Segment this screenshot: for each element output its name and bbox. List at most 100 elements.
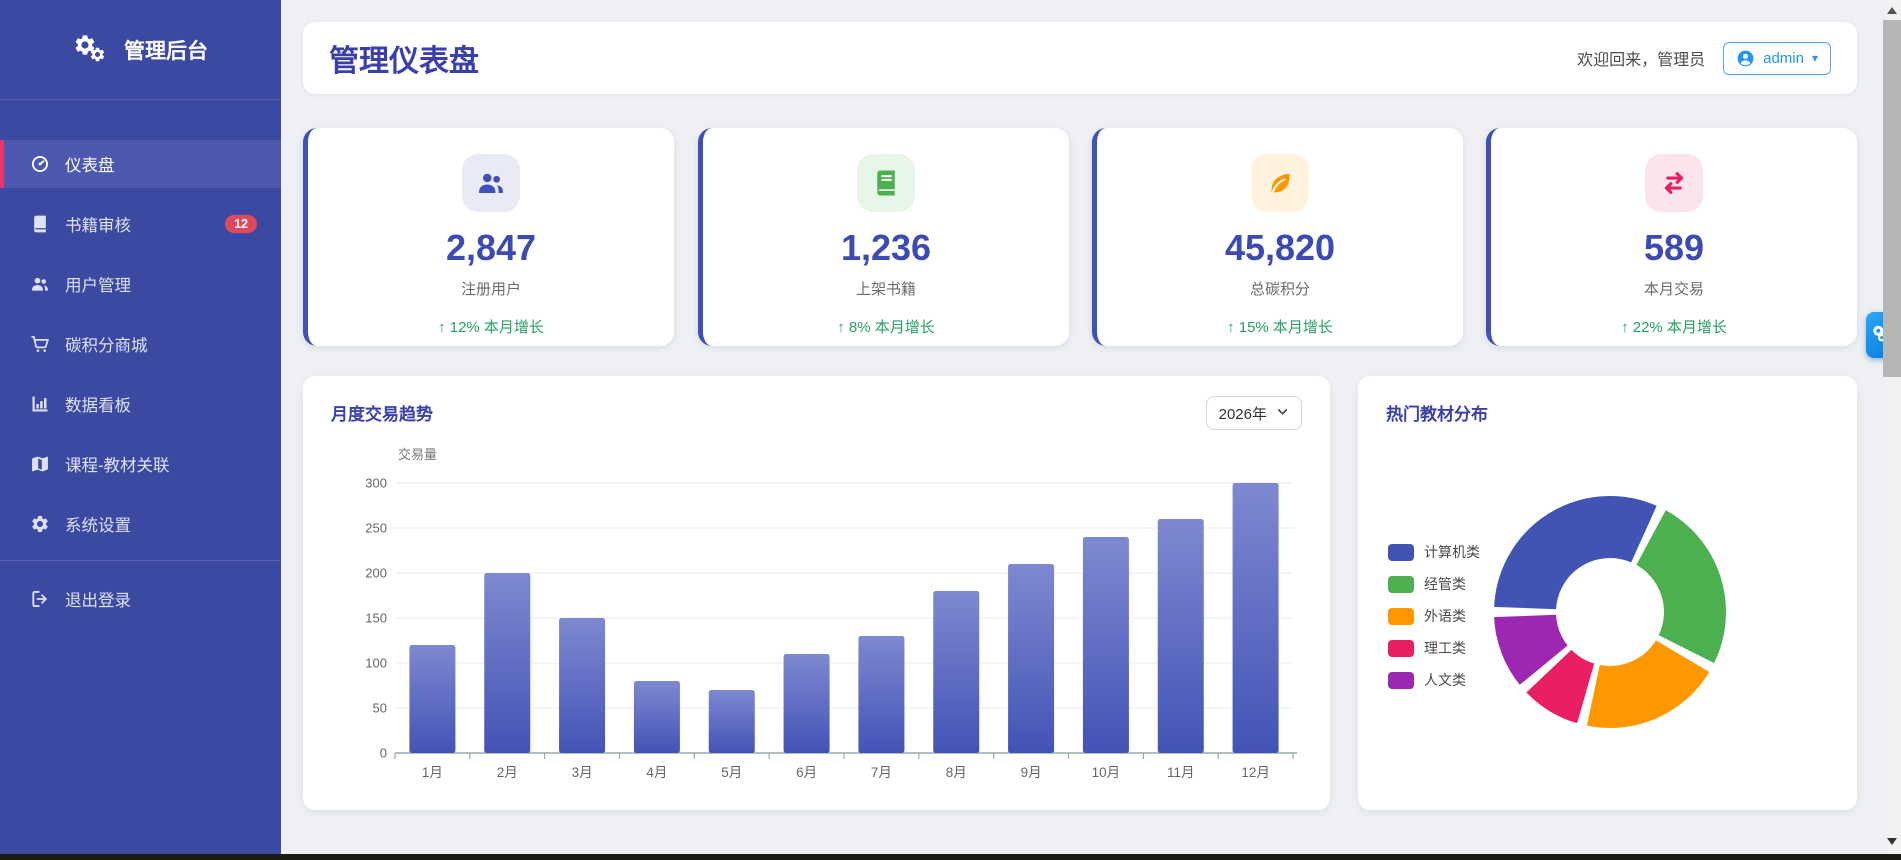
y-tick-label: 100 [365, 656, 387, 671]
stat-value: 45,820 [1224, 227, 1336, 268]
page-title: 管理仪表盘 [329, 45, 479, 78]
x-tick-label: 8月 [946, 765, 967, 780]
sidebar-item-settings[interactable]: 系统设置 [0, 500, 281, 548]
year-select-value: 2026年 [1218, 405, 1267, 423]
stat-value: 1,236 [840, 227, 932, 268]
sidebar-item-dashboard[interactable]: 仪表盘 [0, 140, 281, 188]
user-avatar-icon [1736, 49, 1755, 68]
admin-user-button[interactable]: admin ▾ [1723, 41, 1831, 75]
stat-label: 本月交易 [1643, 281, 1704, 298]
stat-card-carbon-points: 45,820 总碳积分 ↑ 15% 本月增长 [1092, 128, 1463, 346]
bar-chart: 交易量 0 50 100 150 200 250 300 1月 2月 3月 4月 5月 6月 7月 8月 9月 1… [365, 447, 1297, 780]
bar-1月 [409, 645, 456, 753]
users-icon [30, 274, 50, 294]
bar-8月 [933, 591, 980, 753]
stat-trend: ↑ 15% 本月增长 [1227, 319, 1333, 336]
sidebar-item-label: 碳积分商城 [65, 337, 148, 355]
sidebar-item-label: 课程-教材关联 [65, 457, 170, 475]
chevron-down-icon [1276, 405, 1289, 422]
bar-11月 [1157, 519, 1204, 753]
bar-12月 [1232, 483, 1279, 753]
donut-segment-2 [1634, 507, 1728, 666]
stat-value: 589 [1643, 227, 1705, 268]
notification-badge: 12 [225, 214, 257, 234]
x-tick-label: 9月 [1021, 765, 1042, 780]
scroll-up-arrow-icon[interactable] [1887, 7, 1897, 14]
sidebar-item-logout[interactable]: 退出登录 [0, 575, 281, 623]
sidebar-item-label: 系统设置 [65, 517, 131, 535]
app-logo: 管理后台 [0, 0, 281, 100]
sidebar-item-user-management[interactable]: 用户管理 [0, 260, 281, 308]
bar-5月 [708, 690, 755, 753]
sidebar-item-label: 仪表盘 [65, 157, 115, 175]
y-tick-label: 200 [365, 566, 387, 581]
scrollbar[interactable] [1883, 0, 1901, 854]
y-tick-label: 150 [365, 611, 387, 626]
stat-trend: ↑ 22% 本月增长 [1621, 319, 1727, 336]
stat-card-monthly-transactions: 589 本月交易 ↑ 22% 本月增长 [1486, 128, 1857, 346]
admin-dashboard-page: 管理后台 仪表盘书籍审核 12 用户管理碳积分商城数据看板课程-教材关联 系统设置退出… [0, 0, 1901, 860]
y-axis-label: 交易量 [398, 447, 437, 462]
bar-9月 [1008, 564, 1055, 753]
caret-down-icon: ▾ [1811, 51, 1818, 65]
sidebar-item-label: 数据看板 [65, 397, 131, 415]
y-tick-label: 0 [380, 746, 387, 761]
app-title: 管理后台 [124, 39, 208, 63]
stat-label: 总碳积分 [1249, 281, 1310, 298]
gears-logo-icon [73, 33, 111, 67]
y-tick-label: 250 [365, 521, 387, 536]
sidebar-menu: 仪表盘书籍审核 12 用户管理碳积分商城数据看板课程-教材关联 系统设置退出登录 [0, 100, 281, 623]
x-tick-label: 6月 [796, 765, 817, 780]
x-tick-label: 1月 [422, 765, 443, 780]
x-tick-label: 12月 [1241, 765, 1270, 780]
bar-7月 [858, 636, 905, 753]
bar-chart-title: 月度交易趋势 [331, 405, 433, 424]
cart-icon [30, 334, 50, 354]
users-group-icon [462, 154, 520, 212]
y-tick-label: 300 [365, 476, 387, 491]
logout-icon [30, 589, 50, 609]
x-tick-label: 11月 [1167, 765, 1195, 780]
stat-card-registered-users: 2,847 注册用户 ↑ 12% 本月增长 [303, 128, 674, 346]
donut-chart [1492, 494, 1728, 730]
gear-icon [30, 514, 50, 534]
monthly-trend-card: 月度交易趋势 2026年 交易量 0 50 100 150 200 250 300 1月 2月 3月… [303, 376, 1330, 810]
x-tick-label: 5月 [721, 765, 742, 780]
year-select[interactable]: 2026年 [1205, 396, 1302, 430]
x-tick-label: 2月 [497, 765, 518, 780]
sidebar-item-points-mall[interactable]: 碳积分商城 [0, 320, 281, 368]
sidebar: 管理后台 仪表盘书籍审核 12 用户管理碳积分商城数据看板课程-教材关联 系统设置退出… [0, 0, 281, 854]
welcome-text: 欢迎回来，管理员 [1577, 52, 1706, 69]
admin-username: admin [1763, 49, 1804, 67]
bar-10月 [1082, 537, 1129, 753]
scroll-down-arrow-icon[interactable] [1887, 838, 1897, 845]
scrollbar-thumb[interactable] [1883, 20, 1901, 377]
swap-icon [1645, 154, 1703, 212]
x-tick-label: 4月 [646, 765, 667, 780]
textbook-distribution-card: 热门教材分布 计算机类 经管类 外语类 理工类 人文类 [1358, 376, 1857, 810]
stat-label: 上架书籍 [855, 281, 916, 298]
donut-segment-1 [1492, 494, 1659, 612]
sidebar-item-data-board[interactable]: 数据看板 [0, 380, 281, 428]
bar-2月 [484, 573, 531, 753]
sidebar-item-course-textbook[interactable]: 课程-教材关联 [0, 440, 281, 488]
chart-icon [30, 394, 50, 414]
x-tick-label: 3月 [572, 765, 593, 780]
x-tick-label: 10月 [1092, 765, 1121, 780]
stat-trend: ↑ 12% 本月增长 [438, 319, 544, 336]
book-icon [30, 214, 50, 234]
bar-3月 [559, 618, 606, 753]
bar-4月 [633, 681, 680, 753]
sidebar-logout-section: 退出登录 [0, 560, 281, 623]
sidebar-item-label: 用户管理 [65, 277, 131, 295]
x-tick-label: 7月 [871, 765, 892, 780]
sidebar-item-book-review[interactable]: 书籍审核 12 [0, 200, 281, 248]
gauge-icon [30, 154, 50, 174]
stat-trend: ↑ 8% 本月增长 [837, 319, 935, 336]
stat-card-listed-books: 1,236 上架书籍 ↑ 8% 本月增长 [698, 128, 1069, 346]
stat-label: 注册用户 [460, 281, 521, 298]
sidebar-item-label: 书籍审核 [65, 217, 131, 235]
y-tick-label: 50 [373, 701, 387, 716]
stat-value: 2,847 [445, 227, 537, 268]
map-icon [30, 454, 50, 474]
